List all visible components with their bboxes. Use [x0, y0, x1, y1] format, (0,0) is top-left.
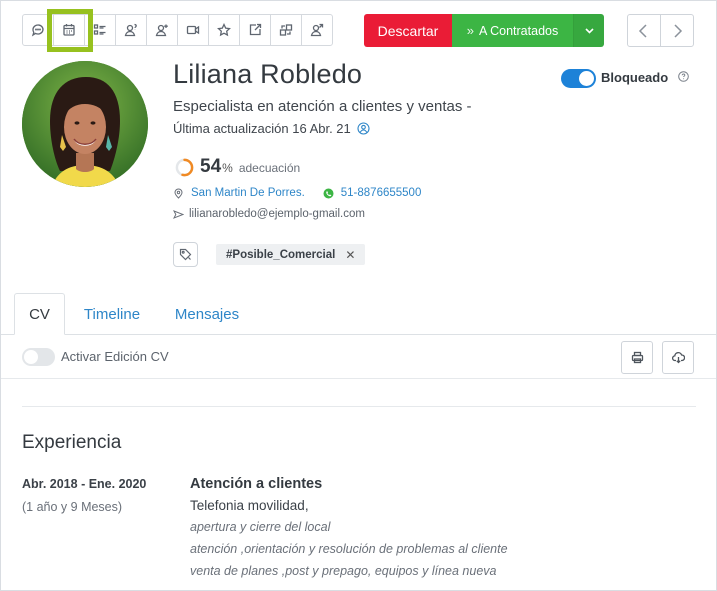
email-link[interactable]: lilianarobledo@ejemplo-gmail.com	[189, 208, 365, 220]
match-value: 54	[200, 156, 222, 177]
transfer-icon[interactable]	[270, 14, 302, 46]
whatsapp-icon	[323, 188, 334, 198]
user-question-icon[interactable]	[115, 14, 147, 46]
candidate-name: Liliana Robledo	[173, 59, 363, 89]
tab-timeline[interactable]: Timeline	[73, 293, 151, 335]
previous-candidate-button[interactable]	[627, 14, 661, 47]
candidate-role: Especialista en atención a clientes y ve…	[173, 98, 472, 115]
email-row: lilianarobledo@ejemplo-gmail.com	[173, 208, 365, 220]
experience-date-range: Abr. 2018 - Ene. 2020	[22, 477, 147, 491]
experience-title: Atención a clientes	[190, 476, 323, 492]
share-icon[interactable]	[239, 14, 271, 46]
content-divider	[22, 406, 696, 407]
match-ring-icon	[175, 158, 194, 176]
video-icon[interactable]	[177, 14, 209, 46]
next-candidate-button[interactable]	[660, 14, 694, 47]
calendar-icon[interactable]	[53, 14, 85, 46]
cv-edit-toggle[interactable]	[22, 348, 55, 366]
help-icon[interactable]	[678, 71, 689, 82]
add-tag-button[interactable]	[173, 242, 198, 267]
last-updated: Última actualización 16 Abr. 21	[173, 121, 370, 136]
experience-heading: Experiencia	[22, 432, 122, 453]
user-circle-icon[interactable]	[357, 122, 370, 135]
action-toolbar	[22, 14, 333, 46]
experience-detail: venta de planes ,post y prepago, equipos…	[190, 564, 497, 578]
candidate-profile-panel: Descartar » A Contratados Liliana Robled…	[0, 0, 717, 591]
chat-icon[interactable]	[22, 14, 54, 46]
blocked-label: Bloqueado	[601, 70, 669, 85]
discard-button[interactable]: Descartar	[364, 14, 452, 47]
print-button[interactable]	[621, 341, 653, 374]
tag-icon	[179, 248, 192, 261]
match-percent-symbol: %	[222, 161, 233, 175]
tab-mensajes[interactable]: Mensajes	[166, 293, 248, 335]
user-send-icon[interactable]	[301, 14, 333, 46]
match-label: adecuación	[238, 161, 301, 175]
experience-detail: apertura y cierre del local	[190, 520, 331, 534]
chevron-down-icon	[584, 28, 594, 34]
cloud-download-icon	[671, 352, 685, 364]
tag-label: #Posible_Comercial	[226, 248, 336, 261]
match-score: 54 % adecuación	[175, 156, 300, 178]
chevron-left-icon	[638, 23, 647, 38]
user-add-icon[interactable]	[146, 14, 178, 46]
experience-company: Telefonia movilidad,	[190, 498, 309, 513]
double-chevron-right-icon: »	[466, 23, 474, 38]
tag-remove-icon[interactable]: ✕	[345, 248, 355, 262]
avatar	[22, 61, 148, 187]
checklist-icon[interactable]	[84, 14, 116, 46]
location-pin-icon	[174, 188, 183, 199]
experience-duration: (1 año y 9 Meses)	[22, 500, 123, 514]
cv-edit-label: Activar Edición CV	[61, 349, 169, 364]
candidate-tag: #Posible_Comercial ✕	[216, 244, 366, 265]
phone-link[interactable]: 51-8876655500	[341, 187, 422, 199]
download-button[interactable]	[662, 341, 694, 374]
toolbar-divider	[1, 378, 716, 379]
phone-group: 51-8876655500	[323, 187, 422, 199]
blocked-toggle[interactable]	[561, 69, 596, 88]
tab-cv[interactable]: CV	[14, 293, 65, 335]
send-icon	[173, 209, 184, 219]
star-icon[interactable]	[208, 14, 240, 46]
chevron-right-icon	[674, 23, 683, 38]
experience-detail: atención ,orientación y resolución de pr…	[190, 542, 508, 556]
last-updated-text: Última actualización 16 Abr. 21	[173, 121, 351, 136]
hire-button-label: A Contratados	[479, 23, 559, 38]
location-link[interactable]: San Martin De Porres.	[191, 187, 305, 199]
contact-row: San Martin De Porres. 51-8876655500	[173, 187, 421, 199]
hire-button[interactable]: » A Contratados	[452, 14, 573, 47]
printer-icon	[631, 351, 643, 364]
hire-dropdown-button[interactable]	[573, 14, 604, 47]
